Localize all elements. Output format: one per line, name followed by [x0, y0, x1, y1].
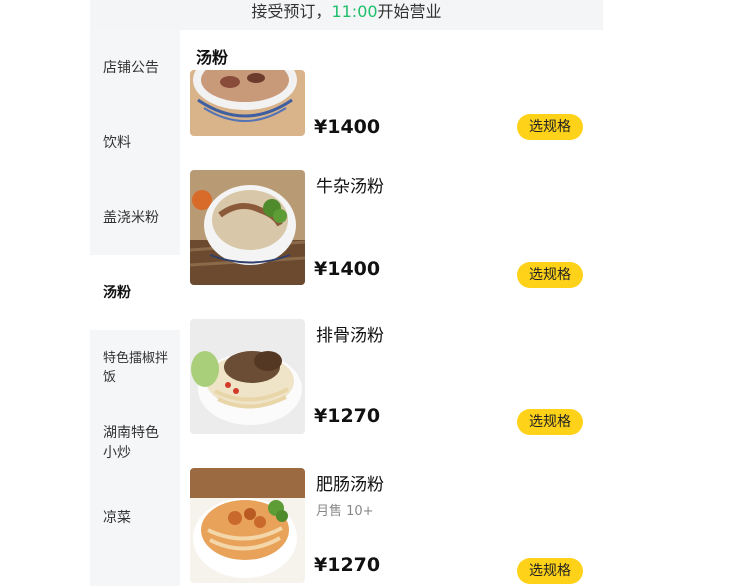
- sidebar-item-label: 凉菜: [103, 509, 131, 526]
- sidebar-item-label: 饮料: [103, 134, 131, 151]
- sidebar-item-label: 店铺公告: [103, 59, 159, 76]
- item-price: ¥1400: [314, 258, 381, 280]
- section-title: 汤粉: [196, 48, 229, 67]
- beef-offal-noodle-photo: [190, 170, 305, 285]
- list-item[interactable]: 排骨汤粉 ¥1270 选规格: [180, 319, 603, 459]
- item-price: ¥1400: [314, 116, 381, 138]
- list-item[interactable]: 肥肠汤粉 月售 10+ ¥1270 选规格: [180, 468, 603, 586]
- spare-rib-noodle-photo: [190, 319, 305, 434]
- business-hours-notice: 接受预订，11:00开始营业: [90, 0, 603, 30]
- category-sidebar: 店铺公告 饮料 盖浇米粉 汤粉 特色擂椒拌饭 湖南特色小炒 凉菜: [90, 30, 180, 586]
- sidebar-item-soup-noodles[interactable]: 汤粉: [90, 255, 180, 330]
- sidebar-item-label: 湖南特色小炒: [103, 424, 159, 461]
- sidebar-item-store-notice[interactable]: 店铺公告: [90, 30, 180, 105]
- select-spec-button[interactable]: 选规格: [517, 114, 583, 140]
- select-spec-button[interactable]: 选规格: [517, 262, 583, 288]
- pork-intestine-noodle-photo: [190, 468, 305, 583]
- sidebar-item-label: 盖浇米粉: [103, 209, 159, 226]
- select-spec-button[interactable]: 选规格: [517, 409, 583, 435]
- sidebar-item-pepper-rice[interactable]: 特色擂椒拌饭: [90, 330, 168, 405]
- sidebar-item-rice-noodle-topped[interactable]: 盖浇米粉: [90, 180, 180, 255]
- noodle-bowl-photo: [190, 70, 305, 136]
- item-monthly-sales: 月售 10+: [316, 504, 374, 519]
- list-item[interactable]: 牛杂汤粉 ¥1400 选规格: [180, 170, 603, 310]
- opening-time: 11:00: [331, 2, 378, 21]
- sidebar-item-label: 汤粉: [103, 284, 131, 301]
- sidebar-item-hunan-stir-fry[interactable]: 湖南特色小炒: [90, 405, 162, 480]
- item-name: 牛杂汤粉: [316, 177, 384, 197]
- product-list: 汤粉 ¥1400 选规格 牛杂汤粉 ¥1400 选规格 排骨汤粉 ¥1270 选…: [180, 30, 603, 586]
- notice-prefix: 接受预订，: [251, 2, 332, 21]
- notice-suffix: 开始营业: [377, 2, 442, 21]
- sidebar-item-drinks[interactable]: 饮料: [90, 105, 180, 180]
- item-price: ¥1270: [314, 405, 381, 427]
- item-name: 肥肠汤粉: [316, 475, 384, 495]
- select-spec-button[interactable]: 选规格: [517, 558, 583, 584]
- sidebar-item-label: 特色擂椒拌饭: [103, 350, 169, 385]
- sidebar-item-cold-dishes[interactable]: 凉菜: [90, 480, 180, 555]
- item-name: 排骨汤粉: [316, 326, 384, 346]
- item-price: ¥1270: [314, 554, 381, 576]
